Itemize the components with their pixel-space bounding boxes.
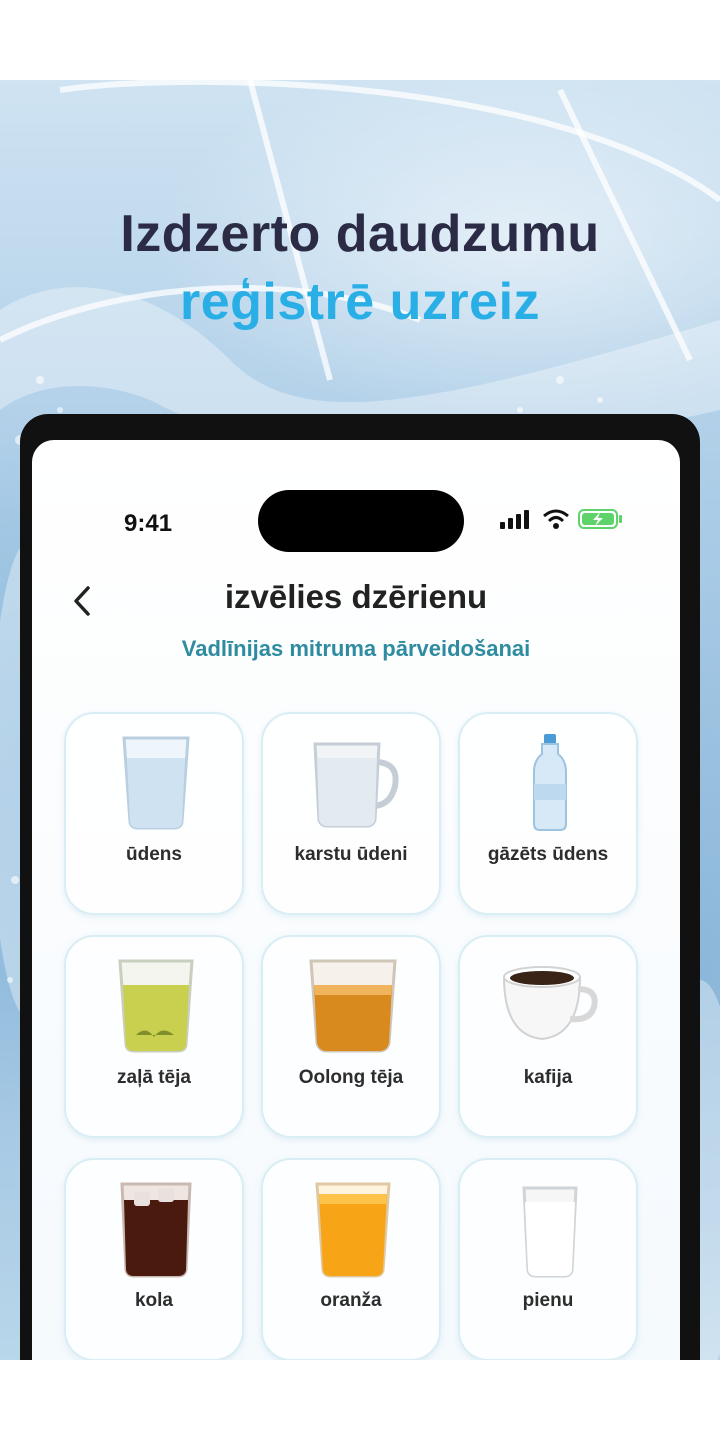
- drink-card-green-tea[interactable]: zaļā tēja: [64, 935, 244, 1138]
- drink-label: kola: [134, 1290, 174, 1311]
- drink-card-oolong-tea[interactable]: Oolong tēja: [261, 935, 441, 1138]
- drink-label: ūdens: [126, 844, 182, 865]
- drink-card-milk[interactable]: pienu: [458, 1158, 638, 1360]
- signal-icon: [500, 510, 529, 529]
- drink-card-coffee[interactable]: kafija: [458, 935, 638, 1138]
- drink-card-hot-water[interactable]: karstu ūdeni: [261, 712, 441, 915]
- status-icons: [500, 508, 624, 530]
- green-tea-icon: [118, 959, 194, 1053]
- drink-label: karstu ūdeni: [294, 844, 408, 865]
- oolong-tea-icon: [309, 959, 397, 1053]
- mug-icon: [313, 742, 399, 828]
- page-title: izvēlies dzērienu: [224, 578, 488, 615]
- headline: Izdzerto daudzumu reģistrē uzreiz: [0, 200, 720, 336]
- cola-icon: [120, 1182, 192, 1278]
- drink-card-sparkling-water[interactable]: gāzēts ūdens: [458, 712, 638, 915]
- drink-card-cola[interactable]: kola: [64, 1158, 244, 1360]
- drink-label: pienu: [522, 1290, 574, 1311]
- drink-grid: ūdens karstu ūdeni gāzēts ūdens zaļā tēj…: [64, 712, 642, 1360]
- page-subtitle: Vadlīnijas mitruma pārveidošanai: [181, 636, 531, 661]
- drink-card-orange[interactable]: oranža: [261, 1158, 441, 1360]
- drink-label: oranža: [320, 1290, 382, 1311]
- drink-label: gāzēts ūdens: [487, 844, 609, 865]
- headline-line-2: reģistrē uzreiz: [179, 273, 541, 331]
- drink-label: kafija: [523, 1067, 573, 1088]
- battery-charging-icon: [578, 509, 622, 529]
- headline-line-1: Izdzerto daudzumu: [120, 205, 600, 263]
- drink-label: Oolong tēja: [298, 1067, 404, 1088]
- milk-icon: [522, 1186, 578, 1278]
- dynamic-island: [258, 490, 464, 552]
- status-time: 9:41: [124, 510, 173, 537]
- water-glass-icon: [122, 736, 190, 830]
- drink-card-water[interactable]: ūdens: [64, 712, 244, 915]
- orange-juice-icon: [315, 1182, 391, 1278]
- wifi-icon: [543, 509, 569, 529]
- phone-screen: 9:41 izvēlies dzērienu Vadlīnijas mitrum…: [32, 440, 680, 1360]
- phone-frame: 9:41 izvēlies dzērienu Vadlīnijas mitrum…: [20, 414, 700, 1360]
- bottle-icon: [533, 734, 567, 831]
- coffee-cup-icon: [502, 966, 598, 1041]
- promo-banner: Izdzerto daudzumu reģistrē uzreiz 9:41 i…: [0, 80, 720, 1360]
- drink-label: zaļā tēja: [117, 1067, 191, 1088]
